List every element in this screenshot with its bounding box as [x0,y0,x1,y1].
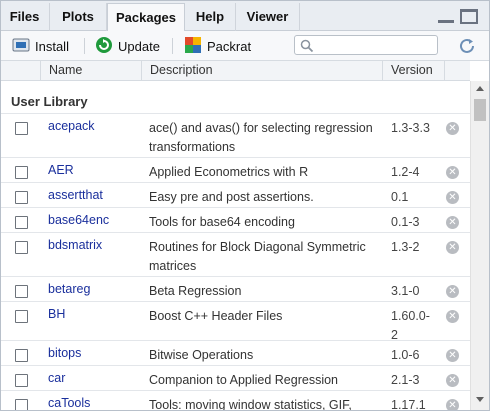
package-version: 1.3-2 [391,240,420,254]
package-version: 3.1-0 [391,284,420,298]
package-description: Easy pre and post assertions. [149,190,314,204]
package-name-link[interactable]: AER [48,163,74,177]
package-version: 0.1 [391,190,409,204]
remove-package-icon[interactable]: ✕ [446,374,459,387]
toolbar-divider [172,38,173,54]
package-checkbox[interactable] [15,399,28,411]
package-checkbox[interactable] [15,122,28,135]
search-input[interactable] [294,35,438,55]
package-checkbox[interactable] [15,216,28,229]
remove-package-icon[interactable]: ✕ [446,285,459,298]
package-version: 1.3-3.3 [391,121,430,135]
column-header-name[interactable]: Name [40,61,141,81]
table-row: BH Boost C++ Header Files 1.60.0-2 ✕ [0,301,470,345]
packages-toolbar: Install Update Packrat [0,31,490,61]
update-button[interactable]: Update [95,36,160,56]
refresh-icon[interactable] [458,37,478,58]
remove-package-icon[interactable]: ✕ [446,241,459,254]
packrat-button[interactable]: Packrat [184,36,251,56]
remove-package-icon[interactable]: ✕ [446,349,459,362]
package-checkbox[interactable] [15,285,28,298]
package-name-link[interactable]: base64enc [48,213,109,227]
package-name-link[interactable]: bdsmatrix [48,238,102,252]
toolbar-divider [84,38,85,54]
package-name-link[interactable]: caTools [48,396,90,410]
package-description: ace() and avas() for selecting regressio… [149,121,373,154]
package-name-link[interactable]: car [48,371,65,385]
package-checkbox[interactable] [15,191,28,204]
package-name-link[interactable]: acepack [48,119,95,133]
vertical-scrollbar[interactable] [470,81,490,411]
column-header-version[interactable]: Version [382,61,444,81]
package-checkbox[interactable] [15,310,28,323]
package-checkbox[interactable] [15,241,28,254]
packrat-icon [184,36,202,57]
package-checkbox[interactable] [15,349,28,362]
scroll-down-arrow-icon[interactable] [476,397,484,402]
remove-package-icon[interactable]: ✕ [446,216,459,229]
install-label: Install [35,38,69,54]
search-icon [300,39,314,56]
tab-viewer[interactable]: Viewer [236,3,300,31]
package-description: Bitwise Operations [149,348,254,362]
pane-tab-bar: Files Plots Packages Help Viewer [0,0,490,32]
table-row: acepack ace() and avas() for selecting r… [0,113,470,157]
install-button[interactable]: Install [12,36,69,56]
package-name-link[interactable]: BH [48,307,65,321]
column-header-actions [444,61,470,81]
table-row: assertthat Easy pre and post assertions.… [0,182,470,207]
package-version: 2.1-3 [391,373,420,387]
table-row: car Companion to Applied Regression 2.1-… [0,365,470,390]
package-version: 0.1-3 [391,215,420,229]
tab-help[interactable]: Help [185,3,236,31]
package-name-link[interactable]: bitops [48,346,81,360]
scroll-up-arrow-icon[interactable] [476,86,484,91]
package-description: Tools: moving window statistics, GIF, [149,398,352,411]
update-icon [95,36,113,57]
table-row: caTools Tools: moving window statistics,… [0,390,470,411]
table-row: betareg Beta Regression 3.1-0 ✕ [0,276,470,301]
package-table-header: Name Description Version [0,61,470,81]
package-list: User Library acepack ace() and avas() fo… [0,81,470,411]
minimize-pane-icon[interactable] [438,9,454,23]
packrat-label: Packrat [207,38,252,54]
remove-package-icon[interactable]: ✕ [446,399,459,411]
package-description: Routines for Block Diagonal Symmetric ma… [149,240,366,273]
table-row: bdsmatrix Routines for Block Diagonal Sy… [0,232,470,276]
maximize-pane-icon[interactable] [460,9,478,24]
update-label: Update [118,38,160,54]
table-row: bitops Bitwise Operations 1.0-6 ✕ [0,340,470,365]
package-description: Tools for base64 encoding [149,215,295,229]
remove-package-icon[interactable]: ✕ [446,310,459,323]
package-checkbox[interactable] [15,374,28,387]
package-description: Companion to Applied Regression [149,373,339,387]
table-row: base64enc Tools for base64 encoding 0.1-… [0,207,470,232]
remove-package-icon[interactable]: ✕ [446,166,459,179]
column-header-description[interactable]: Description [141,61,382,81]
package-version: 1.0-6 [391,348,420,362]
library-group-label: User Library [11,94,88,109]
tab-packages[interactable]: Packages [107,3,185,32]
package-description: Boost C++ Header Files [149,309,283,323]
package-description: Applied Econometrics with R [149,165,309,179]
remove-package-icon[interactable]: ✕ [446,191,459,204]
package-name-link[interactable]: assertthat [48,188,103,202]
remove-package-icon[interactable]: ✕ [446,122,459,135]
package-name-link[interactable]: betareg [48,282,90,296]
scrollbar-thumb[interactable] [474,99,486,121]
package-version: 1.17.1 [391,398,426,411]
tab-files[interactable]: Files [0,3,50,31]
tab-plots[interactable]: Plots [50,3,107,31]
table-row: AER Applied Econometrics with R 1.2-4 ✕ [0,157,470,182]
package-checkbox[interactable] [15,166,28,179]
install-icon [12,37,30,56]
package-description: Beta Regression [149,284,242,298]
package-version: 1.2-4 [391,165,420,179]
